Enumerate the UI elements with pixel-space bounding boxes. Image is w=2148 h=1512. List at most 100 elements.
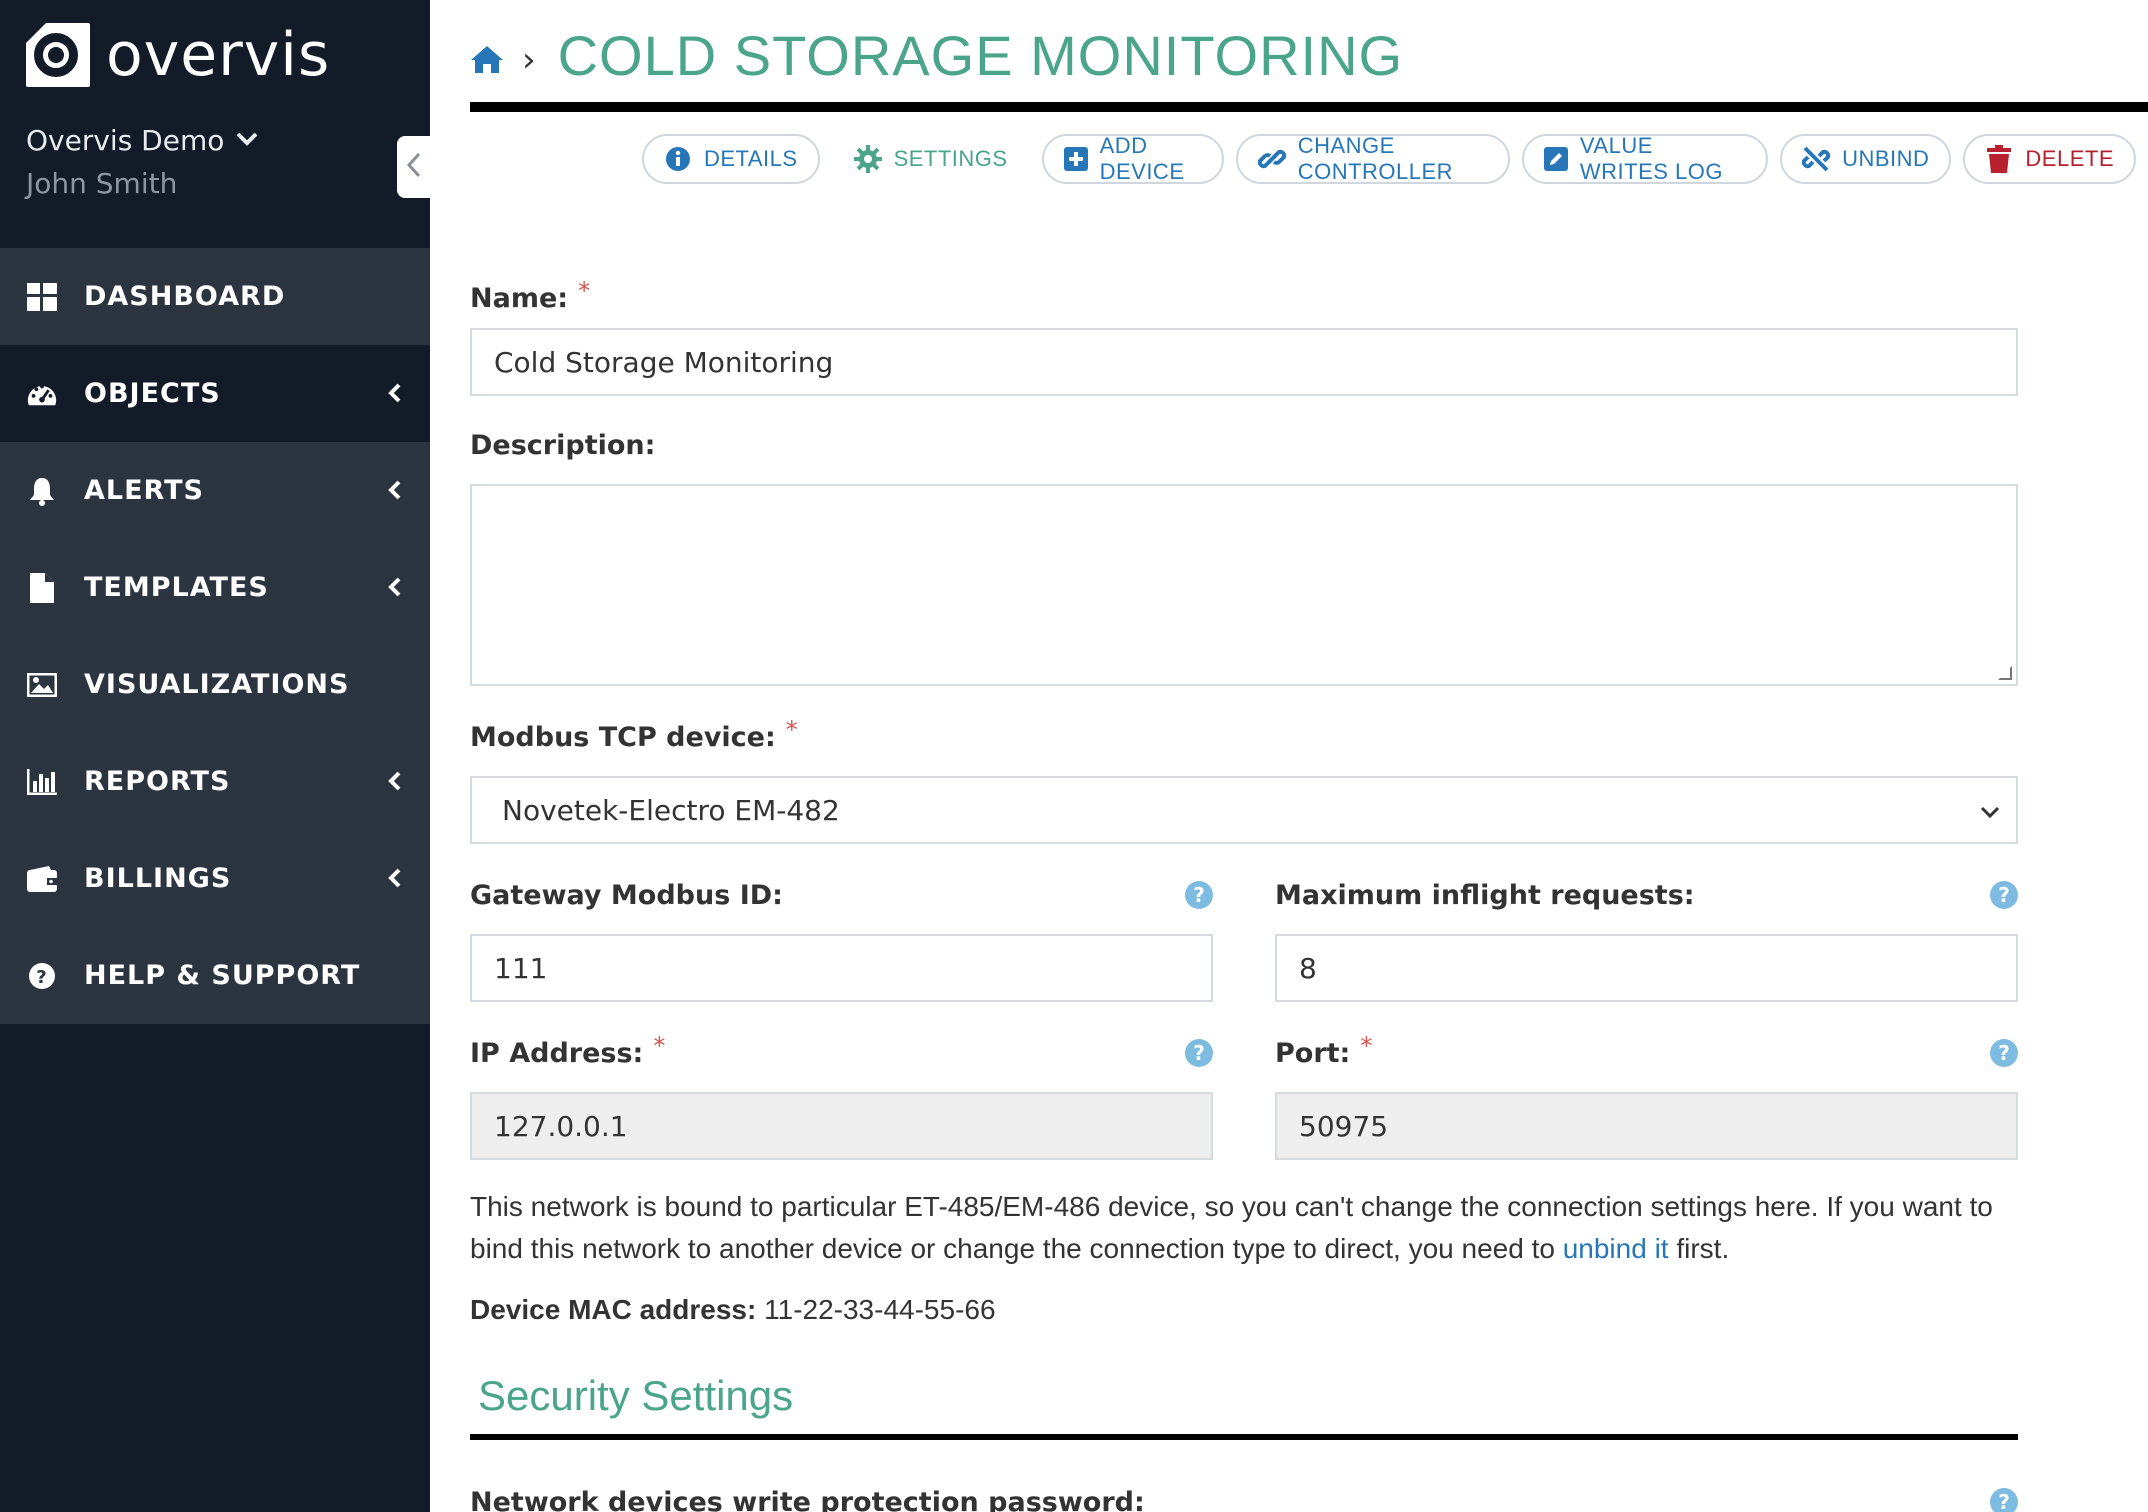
name-label: Name: <box>470 282 569 314</box>
device-select[interactable]: Novetek-Electro EM-482 <box>470 776 2018 844</box>
bell-icon <box>26 475 58 507</box>
port-label-group: Port: * <box>1275 1032 1372 1069</box>
unlink-icon <box>1802 145 1831 173</box>
gateway-column: Gateway Modbus ID: ? 111 <box>470 870 1213 1002</box>
value-writes-log-label: VALUE WRITES LOG <box>1579 133 1723 184</box>
delete-button[interactable]: DELETE <box>1963 134 2137 184</box>
sidebar: overvis Overvis Demo John Smith DASHBOAR… <box>0 0 430 1512</box>
network-settings-form: Name: * Cold Storage Monitoring Descript… <box>470 270 2018 1512</box>
inflight-label: Maximum inflight requests: <box>1275 879 1695 911</box>
unbind-label: UNBIND <box>1842 146 1930 171</box>
sidebar-item-label: HELP & SUPPORT <box>84 960 361 991</box>
required-marker: * <box>1360 1032 1373 1060</box>
required-marker: * <box>785 716 798 744</box>
gateway-id-field[interactable]: 111 <box>470 934 1213 1002</box>
svg-text:?: ? <box>36 967 47 988</box>
sidebar-item-dashboard[interactable]: DASHBOARD <box>0 248 430 345</box>
breadcrumb-separator: › <box>522 40 536 80</box>
ip-address-field: 127.0.0.1 <box>470 1092 1213 1160</box>
sidebar-item-templates[interactable]: TEMPLATES <box>0 539 430 636</box>
details-label: DETAILS <box>704 146 798 171</box>
sidebar-item-billings[interactable]: BILLINGS <box>0 830 430 927</box>
mac-label: Device MAC address: <box>470 1294 757 1325</box>
inflight-requests-field[interactable]: 8 <box>1275 934 2018 1002</box>
chevron-left-icon <box>406 148 422 186</box>
sidebar-item-reports[interactable]: REPORTS <box>0 733 430 830</box>
unbind-button[interactable]: UNBIND <box>1780 134 1952 184</box>
note-text-end: first. <box>1668 1233 1730 1264</box>
sidebar-item-visualizations[interactable]: VISUALIZATIONS <box>0 636 430 733</box>
device-label: Modbus TCP device: <box>470 721 776 753</box>
gateway-label-row: Gateway Modbus ID: ? <box>470 870 1213 920</box>
page-title: COLD STORAGE MONITORING <box>557 23 1404 87</box>
help-icon[interactable]: ? <box>1185 1039 1213 1067</box>
home-icon[interactable] <box>470 44 504 74</box>
gauge-icon <box>26 378 58 410</box>
required-marker: * <box>653 1032 666 1060</box>
binding-note: This network is bound to particular ET-4… <box>470 1186 2030 1270</box>
port-label: Port: <box>1275 1037 1351 1069</box>
sidebar-item-objects[interactable]: OBJECTS <box>0 345 430 442</box>
note-text: This network is bound to particular ET-4… <box>470 1191 1993 1264</box>
chevron-down-icon[interactable] <box>236 128 258 153</box>
sidebar-nav: DASHBOARD OBJECTS ALERTS TEMPLATES VISUA… <box>0 248 430 1024</box>
value-writes-log-button[interactable]: VALUE WRITES LOG <box>1521 133 1769 184</box>
security-settings-heading: Security Settings <box>478 1372 794 1419</box>
sidebar-item-label: TEMPLATES <box>84 572 269 603</box>
change-controller-label: CHANGE CONTROLLER <box>1297 133 1454 184</box>
question-circle-icon: ? <box>26 960 58 992</box>
info-icon <box>664 145 692 173</box>
chevron-left-icon <box>388 862 402 895</box>
trash-icon <box>1985 145 2013 173</box>
help-icon[interactable]: ? <box>1990 1488 2018 1512</box>
password-label-row: Network devices write protection passwor… <box>470 1482 2018 1512</box>
sidebar-item-label: REPORTS <box>84 766 231 797</box>
port-field: 50975 <box>1275 1092 2018 1160</box>
help-icon[interactable]: ? <box>1185 881 1213 909</box>
device-value: Novetek-Electro EM-482 <box>502 793 840 827</box>
toolbar: DETAILS SETTINGS ADD DEVICE CHANGE CONTR… <box>642 133 2148 184</box>
add-device-label: ADD DEVICE <box>1099 133 1185 184</box>
help-icon[interactable]: ? <box>1990 1039 2018 1067</box>
sidebar-item-label: DASHBOARD <box>84 281 286 312</box>
mac-value: 11-22-33-44-55-66 <box>764 1294 996 1325</box>
port-value: 50975 <box>1299 1109 1389 1143</box>
sidebar-item-label: BILLINGS <box>84 863 232 894</box>
edit-icon <box>1543 145 1568 173</box>
name-field[interactable]: Cold Storage Monitoring <box>470 328 2018 396</box>
sidebar-item-label: ALERTS <box>84 475 204 506</box>
account-org[interactable]: Overvis Demo <box>26 124 224 157</box>
sidebar-item-label: OBJECTS <box>84 378 221 409</box>
ip-label-group: IP Address: * <box>470 1032 665 1069</box>
details-button[interactable]: DETAILS <box>642 134 820 184</box>
gateway-label: Gateway Modbus ID: <box>470 879 783 911</box>
help-icon[interactable]: ? <box>1990 881 2018 909</box>
password-label: Network devices write protection passwor… <box>470 1486 1145 1512</box>
brand-logo[interactable]: overvis <box>26 20 330 90</box>
sidebar-item-alerts[interactable]: ALERTS <box>0 442 430 539</box>
gateway-inflight-row: Gateway Modbus ID: ? 111 Maximum infligh… <box>470 870 2018 1002</box>
sidebar-item-help-support[interactable]: ? HELP & SUPPORT <box>0 927 430 1024</box>
description-label: Description: <box>470 429 656 461</box>
account-switcher[interactable]: Overvis Demo John Smith <box>26 124 258 200</box>
gateway-value: 111 <box>494 951 548 985</box>
chevron-left-icon <box>388 474 402 507</box>
gear-icon <box>853 145 882 173</box>
file-icon <box>26 572 58 604</box>
add-device-button[interactable]: ADD DEVICE <box>1041 133 1224 184</box>
unbind-link[interactable]: unbind it <box>1563 1233 1669 1264</box>
chevron-left-icon <box>388 765 402 798</box>
inflight-label-row: Maximum inflight requests: ? <box>1275 870 2018 920</box>
description-field[interactable] <box>470 484 2018 686</box>
change-controller-button[interactable]: CHANGE CONTROLLER <box>1235 133 1510 184</box>
bar-chart-icon <box>26 766 58 798</box>
settings-button[interactable]: SETTINGS <box>831 134 1030 184</box>
required-marker: * <box>578 277 591 305</box>
resize-handle[interactable] <box>1998 666 2012 680</box>
overvis-logo-icon <box>26 23 90 87</box>
ip-label-row: IP Address: * ? <box>470 1028 1213 1078</box>
name-label-row: Name: * <box>470 270 2018 326</box>
breadcrumb: › COLD STORAGE MONITORING <box>470 20 1403 90</box>
dashboard-icon <box>26 281 58 313</box>
sidebar-collapse-button[interactable] <box>397 136 430 198</box>
